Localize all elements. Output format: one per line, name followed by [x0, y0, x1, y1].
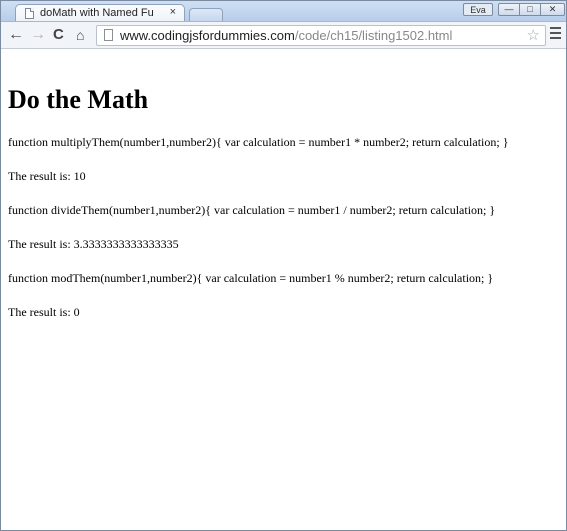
user-profile-button[interactable]: Eva: [463, 3, 493, 16]
page-heading: Do the Math: [8, 85, 149, 114]
tab-close-icon[interactable]: ×: [170, 6, 176, 18]
minimize-button[interactable]: —: [498, 3, 520, 16]
home-icon[interactable]: ⌂: [76, 26, 84, 44]
bookmark-star-icon[interactable]: ☆: [527, 26, 540, 44]
mod-result-text: The result is: 0: [8, 305, 80, 319]
forward-arrow-icon[interactable]: →: [30, 26, 46, 44]
url-text[interactable]: www.codingjsfordummies.com/code/ch15/lis…: [120, 28, 452, 43]
browser-window: doMath with Named Fu × Eva — □ ✕ ← → C ⌂…: [0, 0, 567, 531]
address-bar[interactable]: www.codingjsfordummies.com/code/ch15/lis…: [96, 25, 546, 46]
tab-active[interactable]: doMath with Named Fu ×: [15, 4, 185, 22]
close-window-button[interactable]: ✕: [541, 3, 565, 16]
menu-icon[interactable]: [550, 27, 561, 42]
page-info-icon[interactable]: [104, 29, 113, 41]
multiply-result-text: The result is: 10: [8, 169, 86, 183]
new-tab-button[interactable]: [189, 8, 223, 21]
title-bar: doMath with Named Fu × Eva — □ ✕: [1, 1, 566, 22]
url-path: /code/ch15/listing1502.html: [294, 28, 453, 43]
url-host: www.codingjsfordummies.com: [120, 28, 295, 43]
page-icon: [25, 8, 34, 19]
maximize-button[interactable]: □: [520, 3, 541, 16]
divide-result-text: The result is: 3.3333333333333335: [8, 237, 179, 251]
tab-title: doMath with Named Fu: [40, 7, 154, 19]
multiply-function-text: function multiplyThem(number1,number2){ …: [8, 135, 509, 149]
back-arrow-icon[interactable]: ←: [8, 26, 24, 44]
browser-toolbar: ← → C ⌂ www.codingjsfordummies.com/code/…: [1, 21, 566, 49]
divide-function-text: function divideThem(number1,number2){ va…: [8, 203, 496, 217]
reload-icon[interactable]: C: [53, 26, 64, 44]
mod-function-text: function modThem(number1,number2){ var c…: [8, 271, 494, 285]
